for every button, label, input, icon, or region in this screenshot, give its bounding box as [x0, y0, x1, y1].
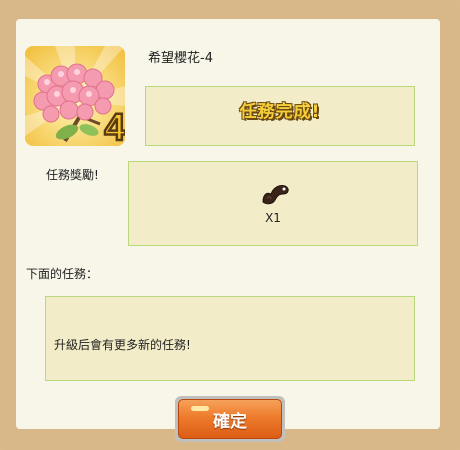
- next-quest-box: 升級后會有更多新的任務!: [45, 296, 415, 381]
- next-quest-text: 升級后會有更多新的任務!: [54, 338, 191, 352]
- button-shine-decoration: [191, 406, 209, 411]
- next-quest-label: 下面的任務：: [26, 267, 99, 281]
- dark-creature-item-icon: [257, 180, 291, 206]
- reward-label: 任務獎勵!: [46, 168, 99, 182]
- confirm-button-label: 確定: [213, 411, 247, 432]
- quest-complete-box: 任務完成!: [145, 86, 415, 146]
- level-badge: 4: [104, 107, 125, 146]
- reward-box: X1: [128, 161, 418, 246]
- confirm-button-face[interactable]: 確定: [178, 399, 282, 439]
- cherry-blossom-icon: 4: [25, 46, 125, 146]
- reward-quantity: X1: [265, 211, 281, 225]
- confirm-button[interactable]: 確定: [175, 396, 285, 442]
- quest-title: 希望櫻花-4: [148, 51, 213, 66]
- quest-complete-text: 任務完成!: [239, 102, 321, 122]
